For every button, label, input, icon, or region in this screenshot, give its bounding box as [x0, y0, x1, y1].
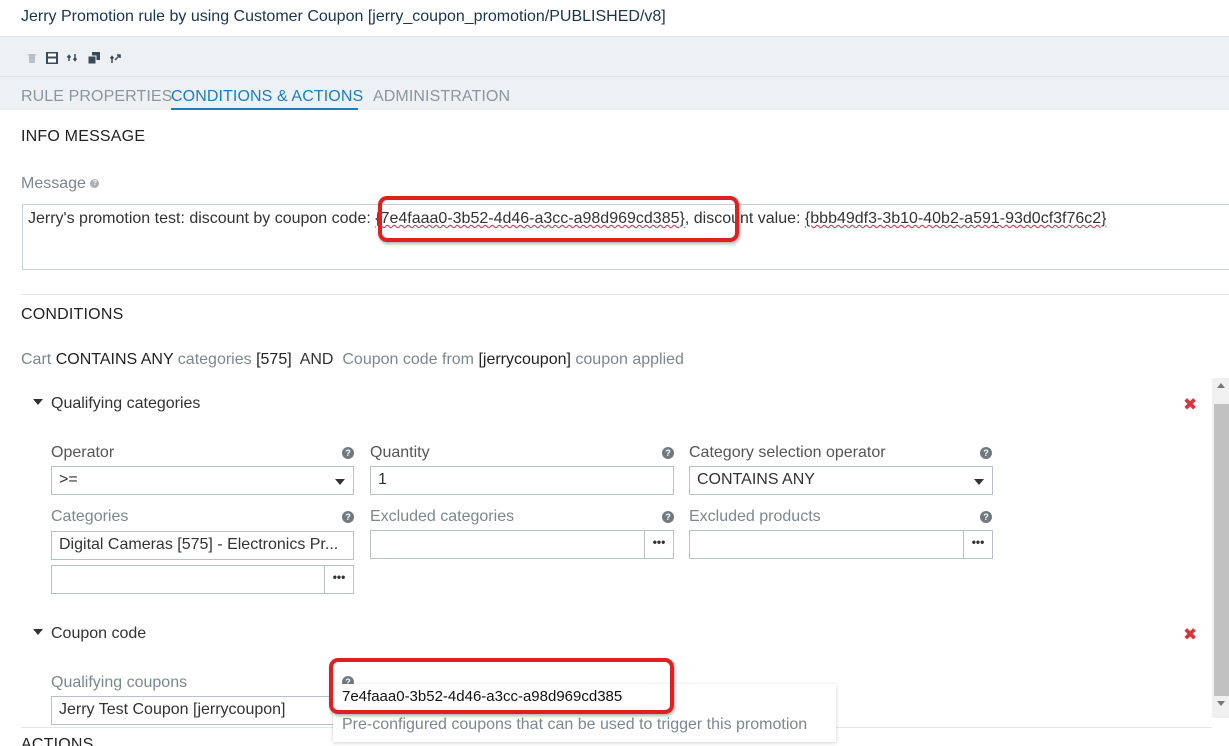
scrollbar-thumb[interactable] — [1214, 404, 1229, 696]
active-tab-indicator — [171, 108, 358, 110]
excluded-categories-label: Excluded categories — [370, 508, 515, 525]
qualifying-categories-title: Qualifying categories — [51, 395, 201, 412]
category-selection-operator-label: Category selection operator — [689, 444, 886, 461]
conditions-summary: Cart CONTAINS ANY categories [575] AND C… — [21, 351, 684, 369]
qualifying-categories-toggle[interactable]: Qualifying categories — [33, 395, 200, 413]
categories-browse-button[interactable]: ••• — [324, 566, 353, 593]
message-help-icon[interactable]: ? — [90, 179, 100, 189]
caret-down-icon — [33, 628, 43, 635]
tooltip-description: Pre-configured coupons that can be used … — [342, 716, 808, 733]
scroll-up-arrow-icon[interactable] — [1217, 383, 1225, 388]
window-title: Jerry Promotion rule by using Customer C… — [21, 8, 666, 25]
excluded-products-help-icon[interactable]: ? — [980, 511, 992, 523]
summary-category-id: [575] — [256, 351, 292, 368]
toolbar — [0, 37, 1229, 77]
excluded-categories-browse-button[interactable]: ••• — [644, 531, 673, 558]
quantity-label: Quantity — [370, 444, 430, 461]
excluded-products-browse-button[interactable]: ••• — [963, 531, 992, 558]
compare-icon[interactable] — [109, 52, 121, 64]
coupon-code-title: Coupon code — [51, 625, 147, 642]
excluded-categories-help-icon[interactable]: ? — [662, 511, 674, 523]
save-icon[interactable] — [46, 52, 58, 64]
categories-selected-item[interactable]: Digital Cameras [575] - Electronics Pr..… — [51, 531, 354, 560]
category-selection-help-icon[interactable]: ? — [980, 447, 992, 459]
remove-coupon-code-button[interactable]: ✖ — [1183, 625, 1197, 645]
actions-heading: ACTIONS — [21, 736, 94, 746]
divider — [21, 294, 1229, 295]
message-label: Message ? — [21, 175, 100, 193]
quantity-help-icon[interactable]: ? — [662, 447, 674, 459]
categories-value: Digital Cameras [575] - Electronics Pr..… — [59, 536, 339, 553]
info-message-heading: INFO MESSAGE — [21, 128, 146, 145]
remove-qualifying-categories-button[interactable]: ✖ — [1183, 395, 1197, 415]
caret-down-icon — [33, 398, 43, 405]
categories-help-icon[interactable]: ? — [342, 511, 354, 523]
categories-picker-input[interactable]: ••• — [51, 565, 354, 594]
delete-icon[interactable] — [27, 53, 37, 63]
coupon-code-toggle[interactable]: Coupon code — [33, 625, 146, 643]
qualifying-coupons-value: Jerry Test Coupon [jerrycoupon] — [59, 701, 286, 718]
qualifying-coupons-label: Qualifying coupons — [51, 674, 188, 691]
sync-icon[interactable] — [67, 52, 79, 64]
operator-value: >= — [59, 471, 78, 488]
summary-coupon: [jerrycoupon] — [478, 351, 571, 368]
tab-rule-properties[interactable]: RULE PROPERTIES — [21, 88, 172, 106]
excluded-products-label: Excluded products — [689, 508, 821, 525]
conditions-heading: CONDITIONS — [21, 306, 124, 323]
tab-conditions-actions[interactable]: CONDITIONS & ACTIONS — [171, 88, 363, 106]
excluded-categories-input[interactable]: ••• — [370, 530, 674, 559]
dropdown-arrow-icon — [335, 479, 345, 485]
annotation-highlight-tooltip-code — [329, 658, 674, 714]
scroll-down-arrow-icon[interactable] — [1217, 701, 1225, 706]
operator-select[interactable]: >= — [51, 466, 354, 495]
categories-label: Categories — [51, 508, 129, 525]
tab-administration[interactable]: ADMINISTRATION — [373, 88, 510, 106]
message-label-text: Message — [21, 175, 86, 192]
quantity-value: 1 — [378, 471, 387, 488]
clone-icon[interactable] — [88, 52, 100, 64]
category-selection-operator-select[interactable]: CONTAINS ANY — [689, 466, 993, 495]
title-bar: Jerry Promotion rule by using Customer C… — [0, 0, 1229, 37]
summary-word: categories — [177, 351, 252, 368]
category-selection-value: CONTAINS ANY — [697, 471, 815, 488]
summary-word: coupon applied — [575, 351, 684, 368]
operator-label: Operator — [51, 444, 115, 461]
excluded-products-input[interactable]: ••• — [689, 530, 993, 559]
quantity-input[interactable]: 1 — [370, 466, 674, 495]
dropdown-arrow-icon — [974, 479, 984, 485]
summary-word: Coupon code from — [342, 351, 474, 368]
summary-operator: CONTAINS ANY — [55, 351, 174, 368]
message-prefix: Jerry's promotion test: discount by coup… — [28, 210, 376, 227]
summary-word: Cart — [21, 351, 52, 368]
annotation-highlight-message-token — [378, 196, 739, 242]
summary-and: AND — [299, 351, 334, 368]
operator-help-icon[interactable]: ? — [342, 447, 354, 459]
message-discount-token: {bbb49df3-3b10-40b2-a591-93d0cf3f76c2} — [804, 210, 1107, 227]
tabs-bar: RULE PROPERTIES CONDITIONS & ACTIONS ADM… — [0, 77, 1229, 110]
qualifying-coupons-selected-item[interactable]: Jerry Test Coupon [jerrycoupon] — [51, 696, 354, 725]
